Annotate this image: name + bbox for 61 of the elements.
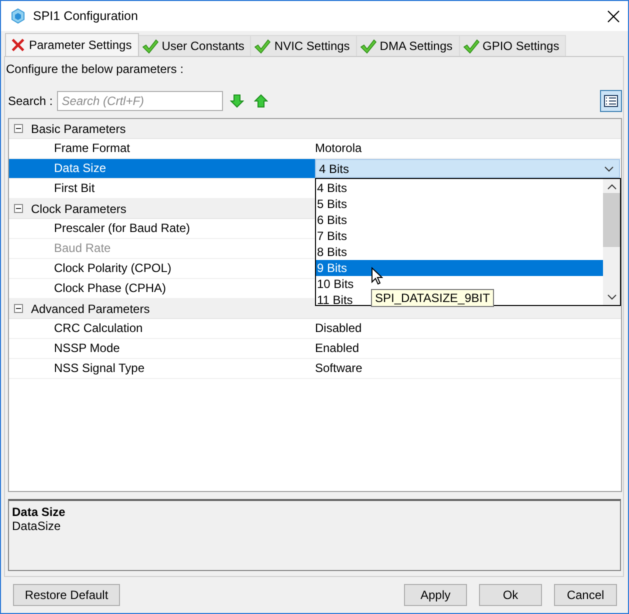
description-text: DataSize [12,519,61,533]
dropdown-option[interactable]: 8 Bits [316,244,350,260]
tab[interactable]: NVIC Settings [250,35,357,56]
tab[interactable]: GPIO Settings [458,35,566,56]
search-field[interactable]: Search (Crtl+F) [56,91,223,111]
parameter-name[interactable]: Data Size [9,159,315,178]
scroll-down-icon[interactable] [606,294,616,300]
dialog-button[interactable]: Cancel [554,584,617,606]
scroll-thumb[interactable] [603,193,620,247]
dialog-button[interactable]: Restore Default [13,584,120,606]
collapse-icon[interactable] [14,304,23,313]
dropdown-option[interactable]: 4 Bits [316,180,350,196]
parameter-name[interactable]: NSSP Mode [9,339,315,358]
search-label: Search : [8,94,53,108]
instruction-text: Configure the below parameters : [6,61,184,77]
cursor-icon [371,267,383,285]
parameter-name[interactable]: Frame Format [9,139,315,158]
group-header: Clock Parameters [31,202,126,216]
parameter-value: Motorola [315,140,363,157]
cube-icon [10,8,26,24]
group-header: Advanced Parameters [31,302,150,316]
check-icon [142,38,159,54]
parameter-value: Disabled [315,320,363,337]
check-icon [254,38,272,54]
parameter-name[interactable]: Clock Phase (CPHA) [9,279,315,298]
group-header: Basic Parameters [31,122,126,136]
dropdown-option[interactable]: 11 Bits [316,292,355,308]
tooltip: SPI_DATASIZE_9BIT [371,289,494,307]
parameter-value: Software [315,360,364,377]
window-title: SPI1 Configuration [33,9,139,23]
value-dropdown[interactable]: 4 Bits [315,159,620,178]
collapse-icon[interactable] [14,204,23,213]
check-icon [462,38,480,54]
arrow-up-icon[interactable] [254,94,268,108]
list-view-button[interactable] [600,90,622,112]
dropdown-option[interactable]: 6 Bits [316,212,350,228]
arrow-down-icon[interactable] [230,94,244,108]
close-icon[interactable] [607,10,620,22]
dropdown-option[interactable]: 5 Bits [316,196,350,212]
cross-icon [10,37,26,53]
tab[interactable]: Parameter Settings [5,33,139,56]
tab[interactable]: User Constants [138,35,252,56]
dropdown-option[interactable]: 9 Bits [316,260,603,276]
parameter-value: Enabled [315,340,360,357]
scrollbar[interactable] [603,179,620,305]
parameter-name[interactable]: Prescaler (for Baud Rate) [9,219,315,238]
chevron-down-icon [604,166,614,172]
parameter-name[interactable]: NSS Signal Type [9,359,315,378]
parameter-name[interactable]: CRC Calculation [9,319,315,338]
parameter-name[interactable]: Clock Polarity (CPOL) [9,259,315,278]
dialog-button[interactable]: Apply [404,584,467,606]
dropdown-option[interactable]: 10 Bits [316,276,356,292]
collapse-icon[interactable] [14,124,23,133]
check-icon [360,38,377,54]
list-icon [604,95,618,107]
dropdown-option[interactable]: 7 Bits [316,228,350,244]
description-title: Data Size [12,505,66,519]
parameter-name[interactable]: First Bit [9,179,315,198]
scroll-up-icon[interactable] [606,184,616,190]
dialog-button[interactable]: Ok [479,584,542,606]
tab[interactable]: DMA Settings [356,35,460,56]
